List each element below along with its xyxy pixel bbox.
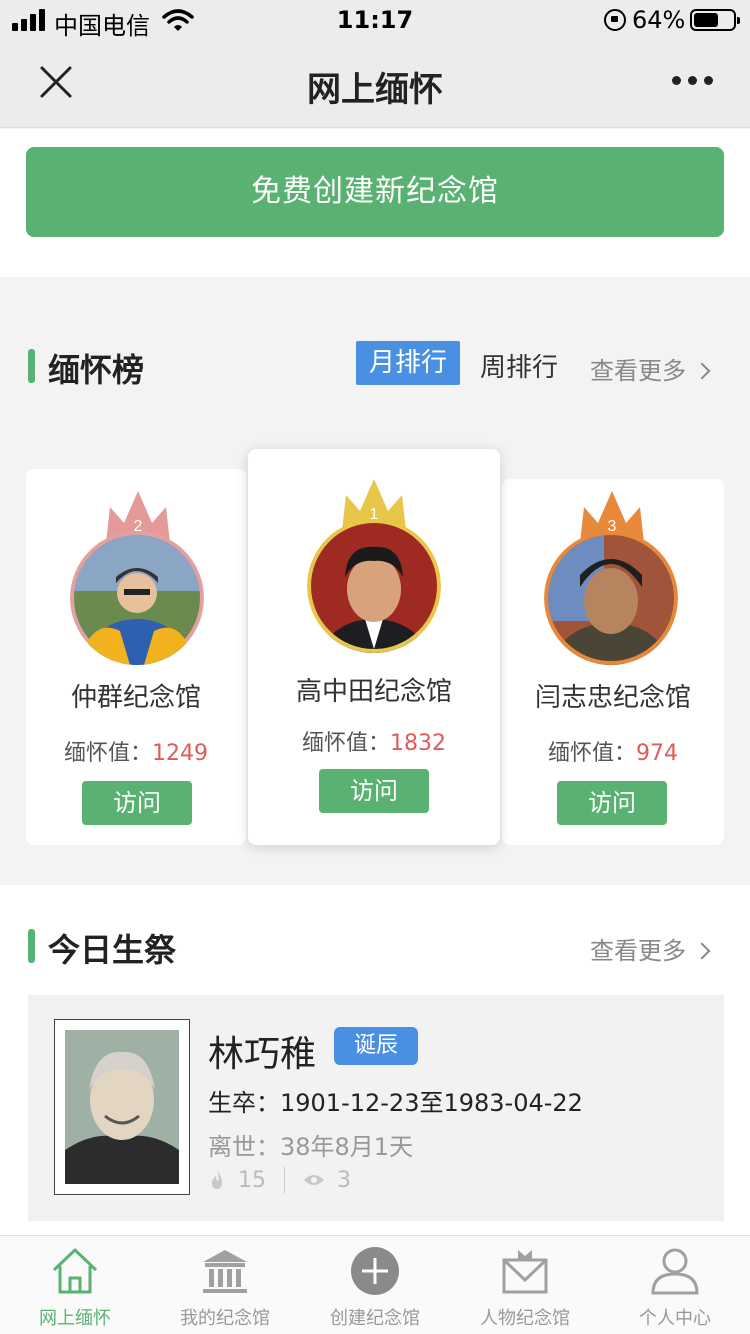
- visit-button[interactable]: 访问: [82, 781, 192, 825]
- avatar: [544, 531, 678, 665]
- person-name[interactable]: 林巧稚: [208, 1025, 316, 1077]
- view-count: 3: [337, 1167, 351, 1193]
- plus-circle-icon: [351, 1247, 399, 1295]
- ranking-see-more-link[interactable]: 查看更多: [590, 351, 711, 386]
- home-icon: [52, 1248, 98, 1294]
- flame-count: 15: [238, 1167, 266, 1193]
- flame-icon: [212, 1170, 222, 1189]
- ranking-section: 缅怀榜 月排行 周排行 查看更多 2 仲群纪念馆 缅怀值：1249 访问 3 闫…: [0, 297, 750, 885]
- create-memorial-button[interactable]: 免费创建新纪念馆: [26, 147, 724, 237]
- visit-button[interactable]: 访问: [557, 781, 667, 825]
- birthday-badge: 诞辰: [334, 1027, 418, 1065]
- tab-label: 创建纪念馆: [330, 1308, 420, 1329]
- battery-percent: 64%: [632, 6, 686, 34]
- stats-divider: [284, 1167, 285, 1193]
- today-see-more-link[interactable]: 查看更多: [590, 931, 711, 966]
- page-title: 网上缅怀: [307, 70, 443, 110]
- life-dates: 生卒：1901-12-23至1983-04-22: [208, 1089, 583, 1117]
- memorial-name[interactable]: 仲群纪念馆: [26, 677, 246, 714]
- today-title: 今日生祭: [48, 931, 177, 969]
- visit-button[interactable]: 访问: [319, 769, 429, 813]
- tab-create-memorial[interactable]: 创建纪念馆: [300, 1236, 450, 1334]
- rank-card-1[interactable]: 1 高中田纪念馆 缅怀值：1832 访问: [248, 449, 500, 845]
- rank-card-2[interactable]: 2 仲群纪念馆 缅怀值：1249 访问: [26, 469, 246, 845]
- tab-my-memorials[interactable]: 我的纪念馆: [150, 1236, 300, 1334]
- rank-card-3[interactable]: 3 闫志忠纪念馆 缅怀值：974 访问: [502, 479, 724, 845]
- see-more-label: 查看更多: [590, 357, 686, 385]
- more-icon[interactable]: [672, 76, 716, 88]
- avatar: [70, 531, 204, 665]
- eye-icon: [304, 1175, 324, 1185]
- memorial-score: 缅怀值：1249: [63, 741, 208, 766]
- chevron-right-icon: [693, 362, 711, 380]
- nav-bar: 网上缅怀: [0, 40, 750, 128]
- person-memorial-icon: [502, 1250, 548, 1294]
- tab-label: 个人中心: [639, 1308, 711, 1329]
- tab-label: 网上缅怀: [39, 1308, 111, 1329]
- chevron-right-icon: [693, 942, 711, 960]
- section-accent-bar: [28, 349, 35, 383]
- memorial-name[interactable]: 闫志忠纪念馆: [502, 677, 724, 714]
- battery-icon: [690, 9, 740, 31]
- memorial-score: 缅怀值：1832: [301, 731, 446, 756]
- section-accent-bar: [28, 929, 35, 963]
- create-banner: 免费创建新纪念馆: [0, 129, 750, 277]
- bottom-tab-bar: 网上缅怀 我的纪念馆 创建纪念馆 人物纪念馆 个人中心: [0, 1235, 750, 1334]
- user-icon: [651, 1248, 699, 1295]
- orientation-lock-icon: [604, 9, 626, 31]
- tab-weekly-rank[interactable]: 周排行: [480, 347, 558, 384]
- memorial-hall-icon: [203, 1250, 247, 1293]
- status-bar: 中国电信 11:17 64%: [0, 0, 750, 40]
- ranking-title: 缅怀榜: [48, 351, 145, 389]
- avatar: [307, 519, 441, 653]
- person-stats: 15 3: [208, 1167, 351, 1193]
- person-card[interactable]: 林巧稚 诞辰 生卒：1901-12-23至1983-04-22 离世：38年8月…: [28, 995, 724, 1221]
- tab-label: 我的纪念馆: [180, 1308, 270, 1329]
- see-more-label: 查看更多: [590, 937, 686, 965]
- portrait-photo: [54, 1019, 190, 1195]
- tab-figure-memorials[interactable]: 人物纪念馆: [450, 1236, 600, 1334]
- tab-monthly-rank[interactable]: 月排行: [356, 341, 460, 385]
- time-since-death: 离世：38年8月1天: [208, 1133, 414, 1161]
- tab-label: 人物纪念馆: [480, 1308, 570, 1329]
- tab-online-memorial[interactable]: 网上缅怀: [0, 1236, 150, 1334]
- tab-personal-center[interactable]: 个人中心: [600, 1236, 750, 1334]
- memorial-score: 缅怀值：974: [547, 741, 678, 766]
- today-anniversary-section: 今日生祭 查看更多 林巧稚 诞辰 生卒：1901-12-23至1983-04-2…: [0, 885, 750, 1235]
- memorial-name[interactable]: 高中田纪念馆: [248, 671, 500, 708]
